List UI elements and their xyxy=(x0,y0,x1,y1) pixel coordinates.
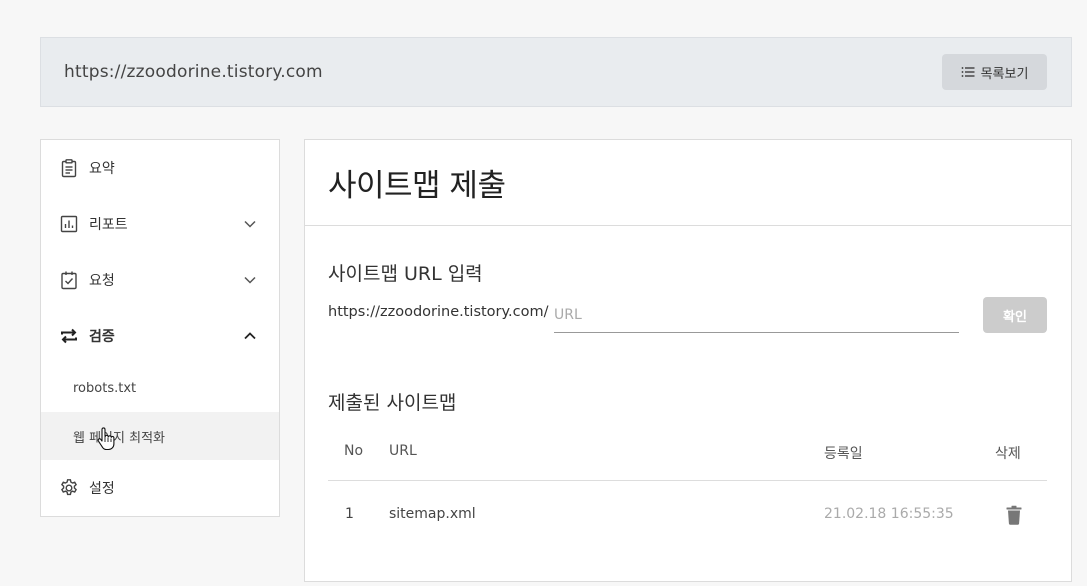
sidebar: 요약 리포트 요청 검증 robots.txt 웹 페이지 최적화 설정 xyxy=(40,139,280,517)
column-header-date: 등록일 xyxy=(824,446,863,462)
repeat-icon xyxy=(59,326,79,346)
list-icon xyxy=(961,65,975,79)
cell-url: sitemap.xml xyxy=(389,506,476,522)
clipboard-check-icon xyxy=(59,270,79,290)
confirm-button[interactable]: 확인 xyxy=(983,297,1047,333)
gear-icon xyxy=(59,478,79,498)
divider xyxy=(305,225,1071,226)
list-view-button-label: 목록보기 xyxy=(980,66,1029,82)
sidebar-subitem-robots[interactable]: robots.txt xyxy=(41,364,279,412)
page-title: 사이트맵 제출 xyxy=(328,168,506,204)
column-header-no: No xyxy=(344,443,364,459)
sidebar-subitem-label: robots.txt xyxy=(73,380,137,396)
list-view-button[interactable]: 목록보기 xyxy=(942,54,1047,90)
submitted-section-title: 제출된 사이트맵 xyxy=(328,392,457,414)
main-panel: 사이트맵 제출 사이트맵 URL 입력 https://zzoodorine.t… xyxy=(304,139,1072,582)
column-header-url: URL xyxy=(389,443,417,459)
sidebar-item-verify[interactable]: 검증 xyxy=(41,308,279,364)
chevron-down-icon[interactable] xyxy=(243,217,257,231)
cell-date: 21.02.18 16:55:35 xyxy=(824,506,954,522)
sidebar-item-summary[interactable]: 요약 xyxy=(41,140,279,196)
sitemap-url-input[interactable] xyxy=(554,298,959,333)
table-divider xyxy=(328,480,1047,481)
site-bar: https://zzoodorine.tistory.com 목록보기 xyxy=(40,37,1072,107)
site-url: https://zzoodorine.tistory.com xyxy=(64,62,323,82)
chevron-down-icon[interactable] xyxy=(243,273,257,287)
sidebar-item-label: 설정 xyxy=(89,481,115,497)
sidebar-item-settings[interactable]: 설정 xyxy=(41,460,279,516)
sidebar-item-label: 요청 xyxy=(89,273,115,289)
sidebar-item-label: 리포트 xyxy=(89,217,128,233)
url-input-section-title: 사이트맵 URL 입력 xyxy=(328,263,483,285)
sidebar-item-report[interactable]: 리포트 xyxy=(41,196,279,252)
column-header-delete: 삭제 xyxy=(995,446,1021,462)
sidebar-subitem-web-optimization[interactable]: 웹 페이지 최적화 xyxy=(41,412,279,460)
bar-chart-icon xyxy=(59,214,79,234)
trash-icon[interactable] xyxy=(1005,505,1023,525)
cell-no: 1 xyxy=(345,506,354,522)
sidebar-item-request[interactable]: 요청 xyxy=(41,252,279,308)
clipboard-icon xyxy=(59,158,79,178)
chevron-up-icon[interactable] xyxy=(243,329,257,343)
sidebar-subitem-label: 웹 페이지 최적화 xyxy=(73,430,165,446)
sidebar-item-label: 요약 xyxy=(89,161,115,177)
url-prefix: https://zzoodorine.tistory.com/ xyxy=(328,304,549,320)
sidebar-item-label: 검증 xyxy=(89,329,115,345)
